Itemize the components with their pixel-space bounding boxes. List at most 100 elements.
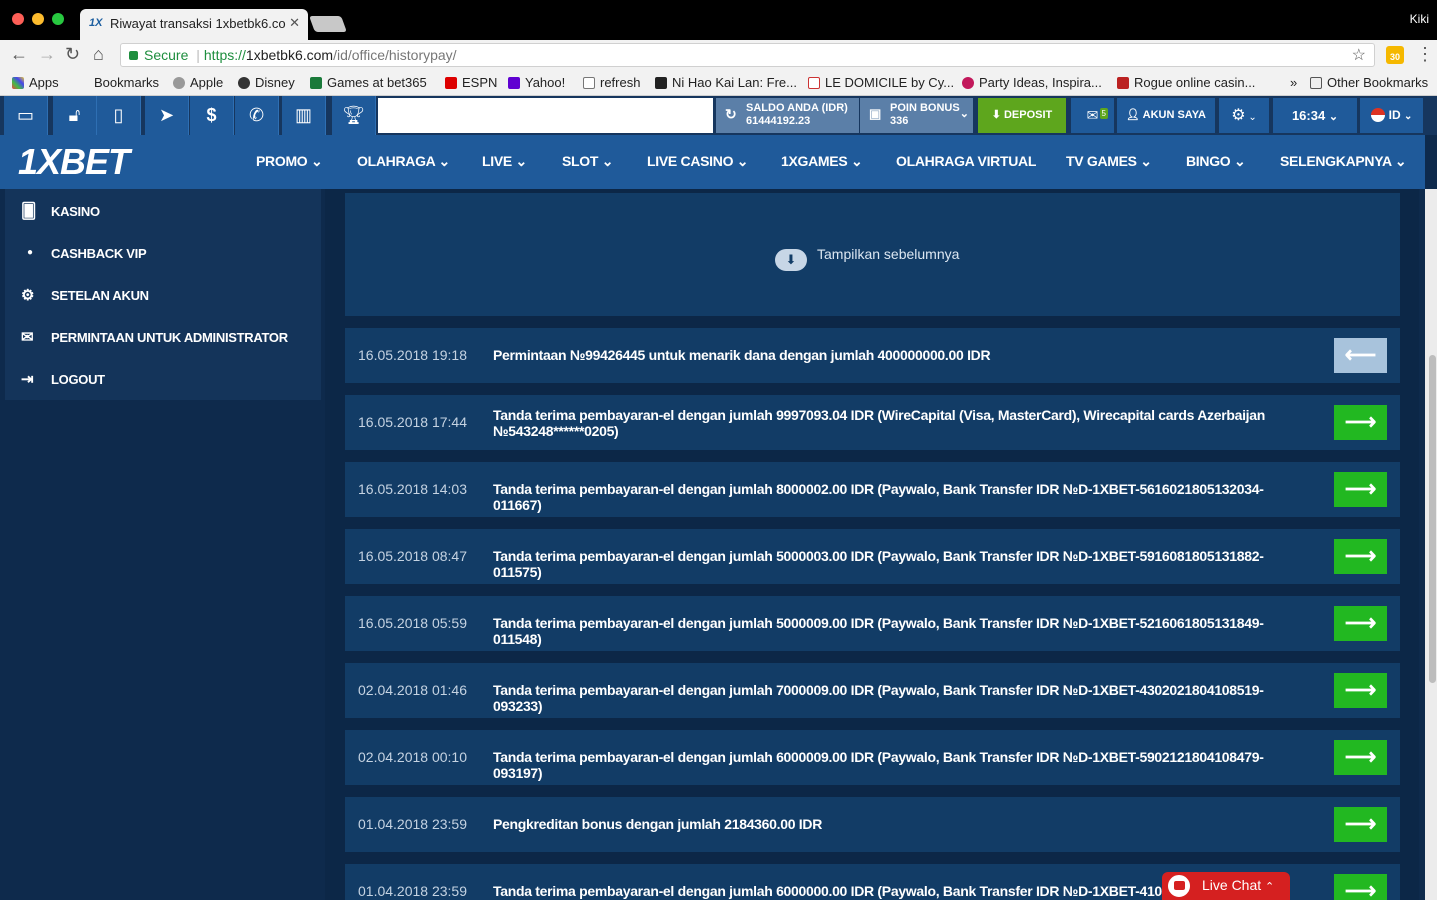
transaction-row[interactable]: 16.05.2018 05:59 Tanda terima pembayaran… [345,596,1400,651]
bookmarks-overflow[interactable]: » [1290,75,1297,90]
bookmark-bookmarks[interactable]: Bookmarks [94,75,159,90]
phone-icon[interactable]: ✆ [235,96,279,135]
reload-icon[interactable]: ↻ [65,44,80,64]
bookmark-yahoo[interactable]: Yahoo! [508,75,565,90]
transaction-date: 01.04.2018 23:59 [358,883,467,899]
dollar-icon[interactable]: $ [190,96,234,135]
telegram-icon[interactable]: ➤ [145,96,189,135]
right-arrow-icon[interactable]: ⟶ [1334,673,1387,708]
transaction-row[interactable]: 02.04.2018 01:46 Tanda terima pembayaran… [345,663,1400,718]
transaction-row[interactable]: 16.05.2018 08:47 Tanda terima pembayaran… [345,529,1400,584]
nav-live-casino[interactable]: LIVE CASINO ⌄ [647,153,748,170]
transaction-row[interactable]: 01.04.2018 23:59 Pengkreditan bonus deng… [345,797,1400,852]
transaction-row[interactable]: 16.05.2018 19:18 Permintaan №99426445 un… [345,328,1400,383]
calendar-extension-icon[interactable]: 30 [1386,46,1404,64]
envelope-icon: ✉ [21,329,34,346]
bookmark-bet365[interactable]: Games at bet365 [310,75,427,90]
nav-slot[interactable]: SLOT ⌄ [562,153,613,170]
bookmark-refresh[interactable]: refresh [583,75,640,90]
close-window-button[interactable] [12,13,24,25]
bookmark-apple[interactable]: Apple [173,75,223,90]
bookmark-domicile[interactable]: LE DOMICILE by Cy... [808,75,954,90]
bookmark-star-icon[interactable]: ☆ [1352,45,1366,65]
url-path: /id/office/historypay/ [333,47,457,63]
chevron-down-icon: ⌄ [1328,111,1339,123]
settings-button[interactable]: ⚙ ⌄ [1219,98,1269,133]
nav-live[interactable]: LIVE ⌄ [482,153,527,170]
logout-icon: ⇥ [21,371,34,388]
tab-close-icon[interactable]: ✕ [289,15,300,31]
left-arrow-icon[interactable]: ⟵ [1334,338,1387,373]
bonus-widget[interactable]: ▣ POIN BONUS 336 ⌄ [860,98,973,133]
deposit-button[interactable]: ⬇ DEPOSIT [978,98,1066,133]
bookmark-nihao[interactable]: Ni Hao Kai Lan: Fre... [655,75,797,90]
live-chat-button[interactable]: Live Chat ⌃ [1162,872,1290,900]
gears-icon: ⚙ [21,287,35,304]
bookmark-espn[interactable]: ESPN [445,75,497,90]
home-icon[interactable]: ⌂ [93,44,104,64]
my-account-button[interactable]: 👤︎ AKUN SAYA [1117,98,1215,133]
right-arrow-icon[interactable]: ⟶ [1334,874,1387,900]
trophy-icon[interactable]: 🏆︎ [332,96,376,135]
sidebar-item-logout[interactable]: ⇥ LOGOUT [5,357,321,399]
bullet-icon: ● [27,247,33,258]
right-arrow-icon[interactable]: ⟶ [1334,405,1387,440]
browser-tabbar: 1X Riwayat transaksi 1xbetbk6.co ✕ Kiki [0,0,1437,40]
sidebar-item-setelan-akun[interactable]: ⚙ SETELAN AKUN [5,273,321,315]
nav-1xgames[interactable]: 1XGAMES ⌄ [781,153,863,170]
browser-toolbar: ← → ↻ ⌂ Secure | https://1xbetbk6.com/id/… [0,40,1437,70]
show-previous-button[interactable]: ⬇ Tampilkan sebelumnya [775,246,959,271]
profile-name[interactable]: Kiki [1410,12,1429,26]
transaction-date: 16.05.2018 05:59 [358,615,467,631]
mobile-icon[interactable]: ▯ [97,96,141,135]
transaction-date: 01.04.2018 23:59 [358,816,467,832]
show-previous-panel[interactable]: ⬇ Tampilkan sebelumnya [345,193,1400,316]
forward-arrow-icon[interactable]: → [38,44,56,64]
transaction-row[interactable]: 16.05.2018 17:44 Tanda terima pembayaran… [345,395,1400,450]
scrollbar-thumb[interactable] [1429,355,1436,683]
unlock-icon[interactable]: 🔓︎ [53,96,97,135]
nav-olahraga[interactable]: OLAHRAGA ⌄ [357,153,450,170]
yahoo-icon [508,77,520,89]
1xbet-logo[interactable]: 1XBET [18,143,130,181]
sidebar-item-kasino[interactable]: 🂠 KASINO [5,189,321,231]
nav-olahraga-virtual[interactable]: OLAHRAGA VIRTUAL [896,153,1036,169]
nav-promo[interactable]: PROMO ⌄ [256,153,323,170]
balance-widget[interactable]: ↻ SALDO ANDA (IDR) 61444192.23 [716,98,859,133]
nav-selengkapnya[interactable]: SELENGKAPNYA ⌄ [1280,153,1407,170]
right-arrow-icon[interactable]: ⟶ [1334,606,1387,641]
new-tab-button[interactable] [309,16,347,32]
transaction-date: 16.05.2018 14:03 [358,481,467,497]
maximize-window-button[interactable] [52,13,64,25]
sidebar-item-permintaan-admin[interactable]: ✉ PERMINTAAN UNTUK ADMINISTRATOR [5,315,321,357]
bookmark-rogue[interactable]: Rogue online casin... [1117,75,1255,90]
time-selector[interactable]: 16:34 ⌄ [1273,98,1357,133]
right-arrow-icon[interactable]: ⟶ [1334,472,1387,507]
refresh-icon[interactable]: ↻ [725,107,737,121]
right-arrow-icon[interactable]: ⟶ [1334,807,1387,842]
address-bar[interactable]: Secure | https://1xbetbk6.com/id/office/h… [120,43,1375,67]
browser-menu-icon[interactable]: ⋮ [1416,44,1434,65]
transaction-row[interactable]: 02.04.2018 00:10 Tanda terima pembayaran… [345,730,1400,785]
messages-button[interactable]: ✉ 5 [1071,98,1114,133]
nav-bingo[interactable]: BINGO ⌄ [1186,153,1246,170]
url-scheme: https:// [203,47,246,63]
desktop-icon[interactable]: ▭ [4,96,48,135]
browser-tab[interactable]: 1X Riwayat transaksi 1xbetbk6.co ✕ [80,9,308,40]
nav-tv-games[interactable]: TV GAMES ⌄ [1066,153,1152,170]
message-count-badge: 5 [1099,108,1108,119]
language-selector[interactable]: ID ⌄ [1360,98,1423,133]
bookmark-disney[interactable]: Disney [238,75,295,90]
bookmark-apps[interactable]: Apps [12,75,59,90]
back-arrow-icon[interactable]: ← [10,44,28,64]
bookmark-other[interactable]: Other Bookmarks [1310,75,1428,90]
minimize-window-button[interactable] [32,13,44,25]
sidebar-item-cashback-vip[interactable]: ● CASHBACK VIP [5,231,321,273]
bookmark-party[interactable]: Party Ideas, Inspira... [962,75,1102,90]
page-icon [583,77,595,89]
statistics-icon[interactable]: ▥ [282,96,326,135]
transaction-description: Tanda terima pembayaran-el dengan jumlah… [493,682,1264,714]
right-arrow-icon[interactable]: ⟶ [1334,740,1387,775]
right-arrow-icon[interactable]: ⟶ [1334,539,1387,574]
transaction-row[interactable]: 16.05.2018 14:03 Tanda terima pembayaran… [345,462,1400,517]
